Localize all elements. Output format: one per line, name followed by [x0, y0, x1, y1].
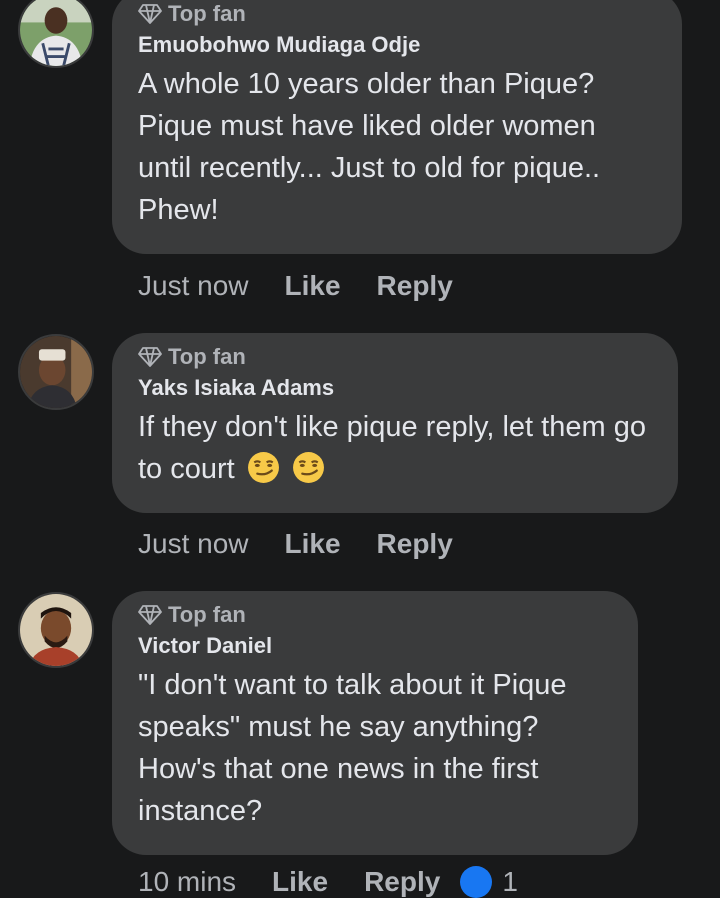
reply-button[interactable]: Reply: [377, 270, 453, 302]
reply-button[interactable]: Reply: [377, 528, 453, 560]
comment-bubble: Top fan Victor Daniel "I don't want to t…: [112, 591, 638, 855]
diamond-icon: [138, 4, 162, 24]
avatar[interactable]: [18, 592, 94, 668]
comment-text: A whole 10 years older than Pique? Pique…: [138, 68, 601, 226]
smirk-emoji-icon: [292, 452, 324, 483]
like-button[interactable]: Like: [285, 270, 341, 302]
comment-author[interactable]: Victor Daniel: [138, 632, 612, 660]
comment-author[interactable]: Emuobohwo Mudiaga Odje: [138, 31, 656, 59]
avatar-photo: [20, 594, 92, 666]
like-button[interactable]: Like: [285, 528, 341, 560]
diamond-icon: [138, 347, 162, 367]
top-fan-badge: Top fan: [138, 343, 652, 371]
badge-label: Top fan: [168, 1, 246, 26]
diamond-icon: [138, 605, 162, 625]
like-reaction-icon: [460, 866, 493, 898]
comment-text: If they don't like pique reply, let them…: [138, 411, 646, 485]
comment-timestamp[interactable]: Just now: [138, 528, 249, 560]
avatar-photo: [20, 336, 92, 408]
comment-author[interactable]: Yaks Isiaka Adams: [138, 374, 652, 402]
reply-button[interactable]: Reply: [364, 866, 440, 898]
top-fan-badge: Top fan: [138, 0, 656, 28]
comment-timestamp[interactable]: Just now: [138, 270, 249, 302]
avatar-photo: [20, 0, 92, 66]
avatar[interactable]: [18, 0, 94, 68]
comment-text-block: If they don't like pique reply, let them…: [138, 406, 652, 490]
reaction-summary[interactable]: 1: [460, 866, 518, 898]
smirk-emoji-icon: [247, 452, 279, 483]
comment-text: "I don't want to talk about it Pique spe…: [138, 669, 567, 827]
badge-label: Top fan: [168, 344, 246, 369]
comment-bubble: Top fan Emuobohwo Mudiaga Odje A whole 1…: [112, 0, 682, 254]
comment-bubble: Top fan Yaks Isiaka Adams If they don't …: [112, 333, 678, 513]
top-fan-badge: Top fan: [138, 601, 612, 629]
avatar[interactable]: [18, 334, 94, 410]
like-button[interactable]: Like: [272, 866, 328, 898]
comment-actions: Just now Like Reply: [138, 528, 453, 560]
comment-actions: 10 mins Like Reply 1: [138, 866, 518, 898]
badge-label: Top fan: [168, 602, 246, 627]
comment-timestamp[interactable]: 10 mins: [138, 866, 236, 898]
reaction-count: 1: [502, 866, 518, 897]
comment-actions: Just now Like Reply: [138, 270, 453, 302]
